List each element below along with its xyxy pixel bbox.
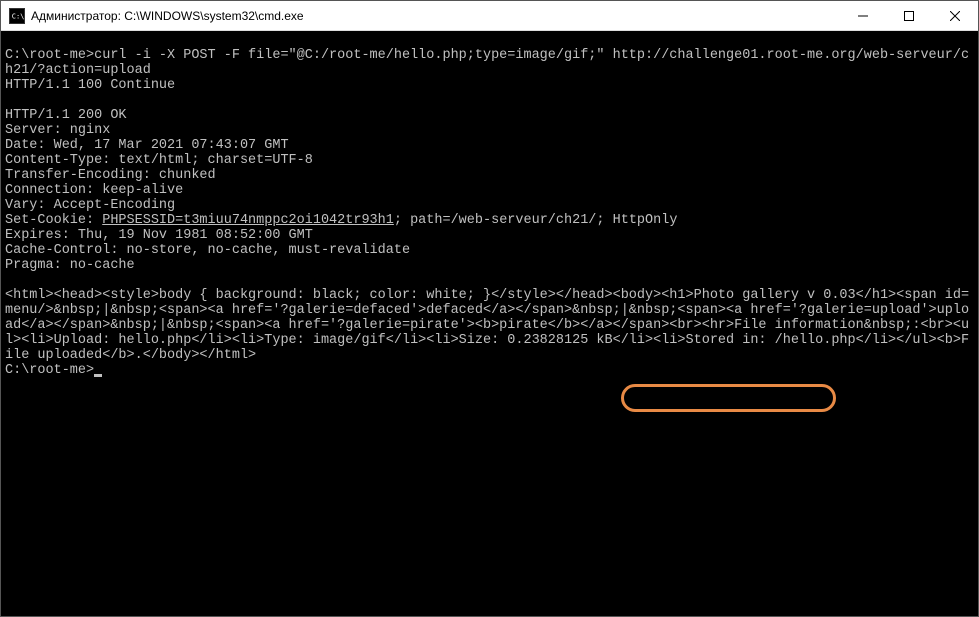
window-title: Администратор: C:\WINDOWS\system32\cmd.e…	[31, 9, 840, 23]
terminal-output[interactable]: C:\root-me>curl -i -X POST -F file="@C:/…	[1, 31, 978, 616]
window-frame: C:\ Администратор: C:\WINDOWS\system32\c…	[0, 0, 979, 617]
terminal-block-1: C:\root-me>curl -i -X POST -F file="@C:/…	[5, 48, 969, 213]
cursor	[94, 374, 102, 377]
minimize-button[interactable]	[840, 1, 886, 30]
titlebar[interactable]: C:\ Администратор: C:\WINDOWS\system32\c…	[1, 1, 978, 31]
terminal-block-2: Expires: Thu, 19 Nov 1981 08:52:00 GMT C…	[5, 228, 969, 363]
cookie-suffix: ; path=/web-serveur/ch21/; HttpOnly	[394, 213, 678, 228]
cmd-icon: C:\	[9, 8, 25, 24]
cookie-prefix: Set-Cookie:	[5, 213, 102, 228]
close-button[interactable]	[932, 1, 978, 30]
maximize-button[interactable]	[886, 1, 932, 30]
window-controls	[840, 1, 978, 30]
highlight-annotation	[621, 384, 836, 412]
cookie-session-id: PHPSESSID=t3miuu74nmppc2oi1042tr93h1	[102, 213, 394, 228]
svg-text:C:\: C:\	[12, 12, 24, 20]
prompt: C:\root-me>	[5, 363, 94, 378]
